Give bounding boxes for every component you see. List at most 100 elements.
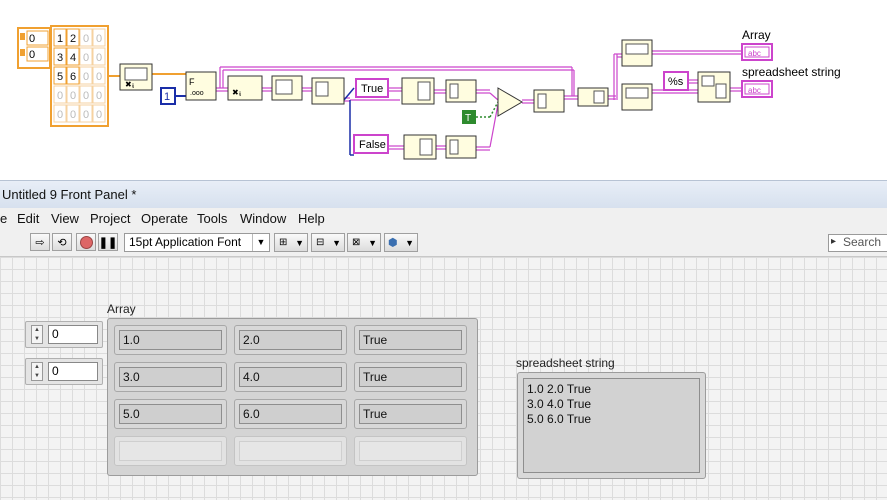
array-constant-value: 0 <box>96 71 102 83</box>
function-node[interactable] <box>311 77 345 105</box>
chevron-down-icon: ▼ <box>368 238 377 248</box>
array-cell[interactable]: 4.0 <box>234 362 347 392</box>
font-selector-value: 15pt Application Font <box>129 235 242 249</box>
chevron-down-icon: ▼ <box>332 238 341 248</box>
reorder-icon: ⬢ <box>388 237 398 249</box>
align-objects-button[interactable]: ⊞ ▼ <box>274 233 308 252</box>
array-constant-value: 6 <box>70 71 76 83</box>
array-indicator-label: Array <box>742 28 771 42</box>
array-cell[interactable]: True <box>354 362 467 392</box>
array-cell-empty[interactable] <box>234 436 347 466</box>
resize-objects-button[interactable]: ⊠ ▼ <box>347 233 381 252</box>
format-node[interactable]: F .ooo <box>185 71 217 101</box>
index-row-value[interactable]: 0 <box>48 325 98 344</box>
function-node[interactable] <box>621 39 653 67</box>
spreadsheet-indicator-terminal[interactable]: abc <box>741 80 773 98</box>
svg-text:abc: abc <box>748 86 761 95</box>
menu-edit[interactable]: Edit <box>17 211 39 226</box>
array-cell[interactable]: True <box>354 325 467 355</box>
menu-bar: e Edit View Project Operate Tools Window… <box>0 208 887 231</box>
numeric-constant[interactable]: 1 <box>160 87 176 105</box>
menu-help[interactable]: Help <box>298 211 325 226</box>
array-constant-value: 0 <box>70 109 76 121</box>
window-title-bar[interactable]: Untitled 9 Front Panel * <box>0 180 887 209</box>
toolbar: ⇨ ⟲ ❚❚ 15pt Application Font ▼ ⊞ ▼ ⊟ ▼ ⊠… <box>0 230 887 257</box>
index-column-value[interactable]: 0 <box>48 362 98 381</box>
function-node[interactable] <box>533 89 565 113</box>
function-node[interactable]: ✖ᵢⱼ <box>227 75 263 101</box>
function-node[interactable] <box>577 87 609 107</box>
window-title: Untitled 9 Front Panel * <box>2 187 137 202</box>
run-continuously-button[interactable]: ⟲ <box>52 233 72 251</box>
font-selector[interactable]: 15pt Application Font ▼ <box>124 233 270 252</box>
function-node[interactable] <box>271 75 303 101</box>
search-placeholder: Search <box>843 235 882 249</box>
array-to-spreadsheet-node[interactable] <box>697 71 731 103</box>
array-index-row[interactable]: ▲ ▼ 0 <box>25 321 103 348</box>
reorder-button[interactable]: ⬢ ▼ <box>384 233 418 252</box>
array-constant-value: 0 <box>96 33 102 45</box>
spreadsheet-string-indicator[interactable]: 1.0 2.0 True 3.0 4.0 True 5.0 6.0 True <box>517 372 706 479</box>
chevron-down-icon: ▼ <box>295 238 304 248</box>
distribute-objects-button[interactable]: ⊟ ▼ <box>311 233 345 252</box>
spreadsheet-indicator-label: spreadsheet string <box>742 65 841 79</box>
svg-text:✖ᵢⱼ: ✖ᵢⱼ <box>125 80 134 89</box>
block-diagram: 0 0 1 2 0 03 4 0 05 6 0 00 0 0 00 0 0 0 ✖ᵢⱼ 1 F .ooo ✖ᵢ… <box>0 0 887 180</box>
svg-text:0: 0 <box>29 49 35 61</box>
align-icon: ⊞ <box>279 237 288 248</box>
menu-tools[interactable]: Tools <box>197 211 227 226</box>
function-node[interactable] <box>445 79 477 103</box>
boolean-constant[interactable]: T <box>462 110 476 124</box>
run-continuously-icon: ⟲ <box>57 236 67 249</box>
index-spinner[interactable]: ▲ ▼ <box>31 325 43 344</box>
svg-text:T: T <box>465 113 471 124</box>
function-node[interactable] <box>403 134 437 160</box>
run-button[interactable]: ⇨ <box>30 233 50 251</box>
array-cell-empty[interactable] <box>114 436 227 466</box>
select-node[interactable] <box>497 87 523 117</box>
menu-project[interactable]: Project <box>90 211 130 226</box>
array-cell[interactable]: True <box>354 399 467 429</box>
array-constant-value: 0 <box>57 90 63 102</box>
menu-view[interactable]: View <box>51 211 79 226</box>
index-constant-1[interactable]: 0 0 <box>17 27 51 69</box>
index-spinner[interactable]: ▲ ▼ <box>31 362 43 381</box>
array-constant-value: 0 <box>83 109 89 121</box>
array-constant-value: 4 <box>70 52 76 64</box>
function-node[interactable] <box>445 135 477 159</box>
function-node[interactable] <box>621 83 653 111</box>
array-constant-value: 3 <box>57 52 63 64</box>
array-cell[interactable]: 2.0 <box>234 325 347 355</box>
abort-button[interactable] <box>76 233 96 251</box>
array-indicator-terminal[interactable]: abc <box>741 43 773 61</box>
function-node[interactable] <box>401 77 435 105</box>
array-constant-value: 0 <box>96 90 102 102</box>
pause-icon: ❚❚ <box>98 236 118 249</box>
array-constant-value: 0 <box>83 33 89 45</box>
true-string-constant[interactable]: True <box>355 78 389 98</box>
distribute-icon: ⊟ <box>316 237 325 248</box>
menu-file[interactable]: e <box>0 211 7 226</box>
array-cell[interactable]: 3.0 <box>114 362 227 392</box>
svg-text:True: True <box>361 83 383 95</box>
array-cell[interactable]: 1.0 <box>114 325 227 355</box>
run-arrow-icon: ⇨ <box>35 236 45 249</box>
array-cell[interactable]: 6.0 <box>234 399 347 429</box>
array-indicator[interactable]: 1.0 2.0 True 3.0 4.0 True 5.0 6.0 True <box>107 318 478 476</box>
array-cell[interactable]: 5.0 <box>114 399 227 429</box>
false-string-constant[interactable]: False <box>353 134 389 154</box>
pause-button[interactable]: ❚❚ <box>98 233 118 251</box>
array-index-column[interactable]: ▲ ▼ 0 <box>25 358 103 385</box>
search-input[interactable]: ▸ Search <box>828 234 887 252</box>
resize-icon: ⊠ <box>352 237 361 248</box>
format-string-constant[interactable]: %s <box>663 71 689 91</box>
array-constant[interactable]: 1 2 0 03 4 0 05 6 0 00 0 0 00 0 0 0 <box>50 25 109 127</box>
menu-operate[interactable]: Operate <box>141 211 188 226</box>
array-constant-value: 0 <box>83 90 89 102</box>
array-label: Array <box>107 302 136 316</box>
array-cell-empty[interactable] <box>354 436 467 466</box>
array-constant-value: 0 <box>96 109 102 121</box>
menu-window[interactable]: Window <box>240 211 286 226</box>
spreadsheet-string-label: spreadsheet string <box>516 356 615 370</box>
function-node[interactable]: ✖ᵢⱼ <box>119 63 153 91</box>
